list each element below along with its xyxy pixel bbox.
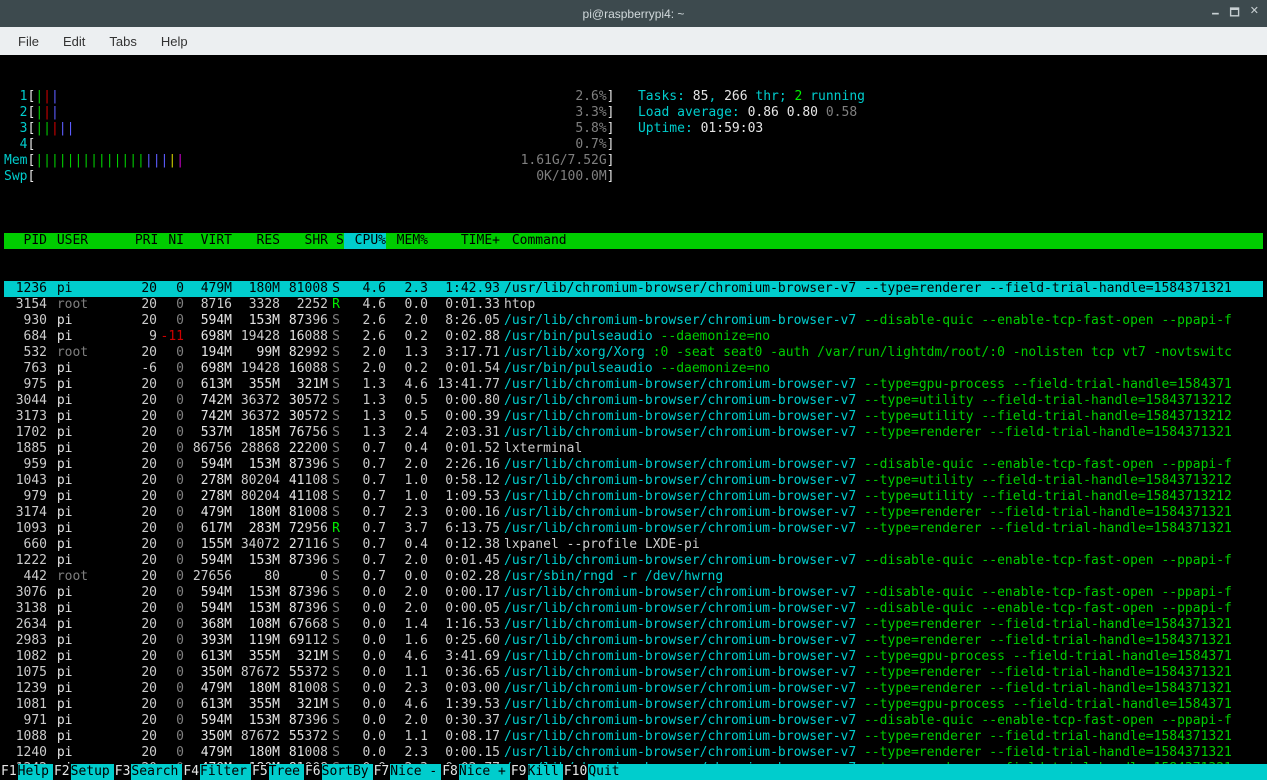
process-row[interactable]: 1240 pi200479M180M81008S0.02.30:00.15/us…: [4, 745, 1263, 761]
menu-edit[interactable]: Edit: [53, 30, 95, 53]
process-row[interactable]: 1081 pi200613M355M321MS0.04.61:39.53/usr…: [4, 697, 1263, 713]
process-row[interactable]: 1082 pi200613M355M321MS0.04.63:41.69/usr…: [4, 649, 1263, 665]
process-row[interactable]: 1075 pi200350M8767255372S0.01.10:36.65/u…: [4, 665, 1263, 681]
fkey-F7-label[interactable]: Nice -: [390, 764, 441, 780]
col-s[interactable]: S: [328, 233, 344, 249]
terminal[interactable]: 1[||| 2.6%] Tasks: 85, 266 thr; 2 runnin…: [0, 55, 1267, 764]
window-title: pi@raspberrypi4: ~: [583, 7, 685, 21]
process-row[interactable]: 3174 pi200479M180M81008S0.72.30:00.16/us…: [4, 505, 1263, 521]
col-shr[interactable]: SHR: [280, 233, 328, 249]
menu-file[interactable]: File: [8, 30, 49, 53]
process-row[interactable]: 1885 pi200867562886822200S0.70.40:01.52l…: [4, 441, 1263, 457]
col-time+[interactable]: TIME+: [428, 233, 500, 249]
fkey-F5-label[interactable]: Tree: [269, 764, 304, 780]
fkey-F9-label[interactable]: Kill: [528, 764, 563, 780]
maximize-icon[interactable]: 🗖: [1229, 4, 1239, 23]
fkey-F3: F3: [114, 764, 132, 780]
col-pri[interactable]: PRI: [127, 233, 157, 249]
col-cpu%[interactable]: CPU%: [344, 233, 386, 249]
process-row[interactable]: 2634 pi200368M108M67668S0.01.41:16.53/us…: [4, 617, 1263, 633]
process-row[interactable]: 930 pi200594M153M87396S2.62.08:26.05/usr…: [4, 313, 1263, 329]
fkey-F4: F4: [182, 764, 200, 780]
fkey-F9: F9: [510, 764, 528, 780]
process-row[interactable]: 3076 pi200594M153M87396S0.02.00:00.17/us…: [4, 585, 1263, 601]
fkey-F1-label[interactable]: Help: [18, 764, 53, 780]
fkey-F10: F10: [563, 764, 588, 780]
process-row[interactable]: 1239 pi200479M180M81008S0.02.30:03.00/us…: [4, 681, 1263, 697]
column-header-row[interactable]: PID USER PRI NI VIRT RES SHR S CPU% MEM%…: [4, 233, 1263, 249]
process-row[interactable]: 975 pi200613M355M321MS1.34.613:41.77/usr…: [4, 377, 1263, 393]
col-user[interactable]: USER: [49, 233, 127, 249]
fkey-F4-label[interactable]: Filter: [200, 764, 251, 780]
fkey-F2-label[interactable]: Setup: [71, 764, 114, 780]
fkey-F6-label[interactable]: SortBy: [322, 764, 373, 780]
fkey-F1: F1: [0, 764, 18, 780]
minimize-icon[interactable]: 🗕: [1212, 4, 1220, 23]
process-row[interactable]: 2983 pi200393M119M69112S0.01.60:25.60/us…: [4, 633, 1263, 649]
process-row[interactable]: 1043 pi200278M8020441108S0.71.00:58.12/u…: [4, 473, 1263, 489]
process-row[interactable]: 763 pi-60698M1942816088S2.00.20:01.54/us…: [4, 361, 1263, 377]
col-ni[interactable]: NI: [157, 233, 184, 249]
menubar: File Edit Tabs Help: [0, 27, 1267, 55]
process-row[interactable]: 3138 pi200594M153M87396S0.02.00:00.05/us…: [4, 601, 1263, 617]
process-row[interactable]: 979 pi200278M8020441108S0.71.01:09.53/us…: [4, 489, 1263, 505]
window-titlebar: pi@raspberrypi4: ~ 🗕 🗖 ✕: [0, 0, 1267, 27]
function-key-bar: F1Help F2Setup F3SearchF4FilterF5Tree F6…: [0, 764, 1267, 780]
menu-tabs[interactable]: Tabs: [99, 30, 146, 53]
menu-help[interactable]: Help: [151, 30, 198, 53]
process-row[interactable]: 442 root20027656800S0.70.00:02.28/usr/sb…: [4, 569, 1263, 585]
fkey-F7: F7: [373, 764, 391, 780]
process-row[interactable]: 684 pi9-11698M1942816088S2.60.20:02.88/u…: [4, 329, 1263, 345]
process-row[interactable]: 660 pi200155M3407227116S0.70.40:12.38lxp…: [4, 537, 1263, 553]
process-row[interactable]: 959 pi200594M153M87396S0.72.02:26.16/usr…: [4, 457, 1263, 473]
col-virt[interactable]: VIRT: [184, 233, 232, 249]
fkey-F6: F6: [304, 764, 322, 780]
col-command[interactable]: Command: [500, 233, 1263, 249]
process-row[interactable]: 1222 pi200594M153M87396S0.72.00:01.45/us…: [4, 553, 1263, 569]
close-icon[interactable]: ✕: [1250, 4, 1259, 23]
fkey-F10-label[interactable]: Quit: [588, 764, 623, 780]
process-row[interactable]: 532 root200194M99M82992S2.01.33:17.71/us…: [4, 345, 1263, 361]
process-row[interactable]: 1088 pi200350M8767255372S0.01.10:08.17/u…: [4, 729, 1263, 745]
col-pid[interactable]: PID: [4, 233, 49, 249]
fkey-F2: F2: [53, 764, 71, 780]
col-mem%[interactable]: MEM%: [386, 233, 428, 249]
fkey-F3-label[interactable]: Search: [131, 764, 182, 780]
process-row[interactable]: 3154 root200871633282252R4.60.00:01.33ht…: [4, 297, 1263, 313]
fkey-F8-label[interactable]: Nice +: [459, 764, 510, 780]
process-row[interactable]: 3044 pi200742M3637230572S1.30.50:00.80/u…: [4, 393, 1263, 409]
process-row[interactable]: 3173 pi200742M3637230572S1.30.50:00.39/u…: [4, 409, 1263, 425]
process-row[interactable]: 1702 pi200537M185M76756S1.32.42:03.31/us…: [4, 425, 1263, 441]
process-row[interactable]: 1236 pi200479M180M81008S4.62.31:42.93/us…: [4, 281, 1263, 297]
process-row[interactable]: 971 pi200594M153M87396S0.02.00:30.37/usr…: [4, 713, 1263, 729]
col-res[interactable]: RES: [232, 233, 280, 249]
fkey-F5: F5: [251, 764, 269, 780]
process-row[interactable]: 1093 pi200617M283M72956R0.73.76:13.75/us…: [4, 521, 1263, 537]
fkey-F8: F8: [441, 764, 459, 780]
